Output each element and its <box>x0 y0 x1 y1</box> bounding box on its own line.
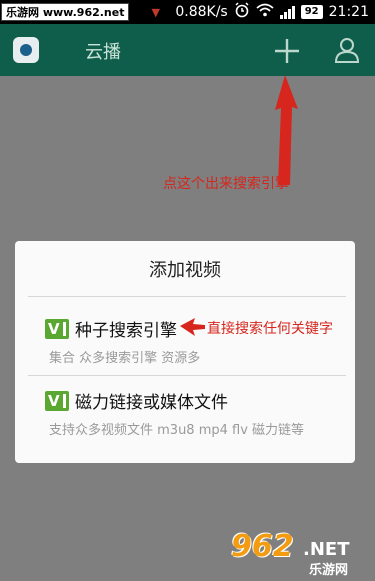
option-title: 磁力链接或媒体文件 <box>75 393 228 413</box>
annotation-top-note: 点这个出来搜索引擎 <box>163 176 289 192</box>
app-title: 云播 <box>85 42 121 63</box>
dialog-title: 添加视频 <box>149 260 221 281</box>
alarm-icon <box>234 2 250 22</box>
wifi-icon <box>256 3 274 21</box>
plus-icon[interactable] <box>272 36 302 66</box>
battery-icon: 92 <box>300 5 323 19</box>
app-logo-icon <box>13 37 39 63</box>
clock: 21:21 <box>328 4 369 20</box>
user-icon[interactable] <box>332 35 362 65</box>
video-app-icon: V <box>45 319 69 339</box>
site-watermark: 乐游网 www.962.net <box>1 3 130 21</box>
notification-icon: ▼ <box>151 5 160 19</box>
option-magnet-or-media[interactable]: V 磁力链接或媒体文件 支持众多视频文件 m3u8 mp4 flv 磁力链等 <box>15 377 355 447</box>
watermark-cn: 乐游网 <box>309 563 349 578</box>
dialog-divider <box>28 375 346 376</box>
option-title: 种子搜索引擎 <box>75 321 177 341</box>
option-description: 集合 众多搜索引擎 资源多 <box>49 351 201 366</box>
network-speed: 0.88K/s <box>175 4 228 20</box>
watermark-number: 962 <box>231 529 294 564</box>
video-app-icon: V <box>45 391 69 411</box>
watermark-net: .NET <box>303 539 350 560</box>
signal-icon <box>279 5 295 19</box>
option-description: 支持众多视频文件 m3u8 mp4 flv 磁力链等 <box>49 423 305 438</box>
status-bar: 乐游网 www.962.net ▼ 0.88K/s 92 21:21 <box>0 0 375 24</box>
annotation-option-note: 直接搜索任何关键字 <box>207 321 333 337</box>
add-video-dialog: 添加视频 V 种子搜索引擎 集合 众多搜索引擎 资源多 V 磁力链接或媒体文件 … <box>15 241 355 463</box>
app-bar: 云播 <box>0 24 375 76</box>
site-logo-watermark: 962 .NET 乐游网 <box>231 529 369 578</box>
dialog-divider <box>28 296 346 297</box>
